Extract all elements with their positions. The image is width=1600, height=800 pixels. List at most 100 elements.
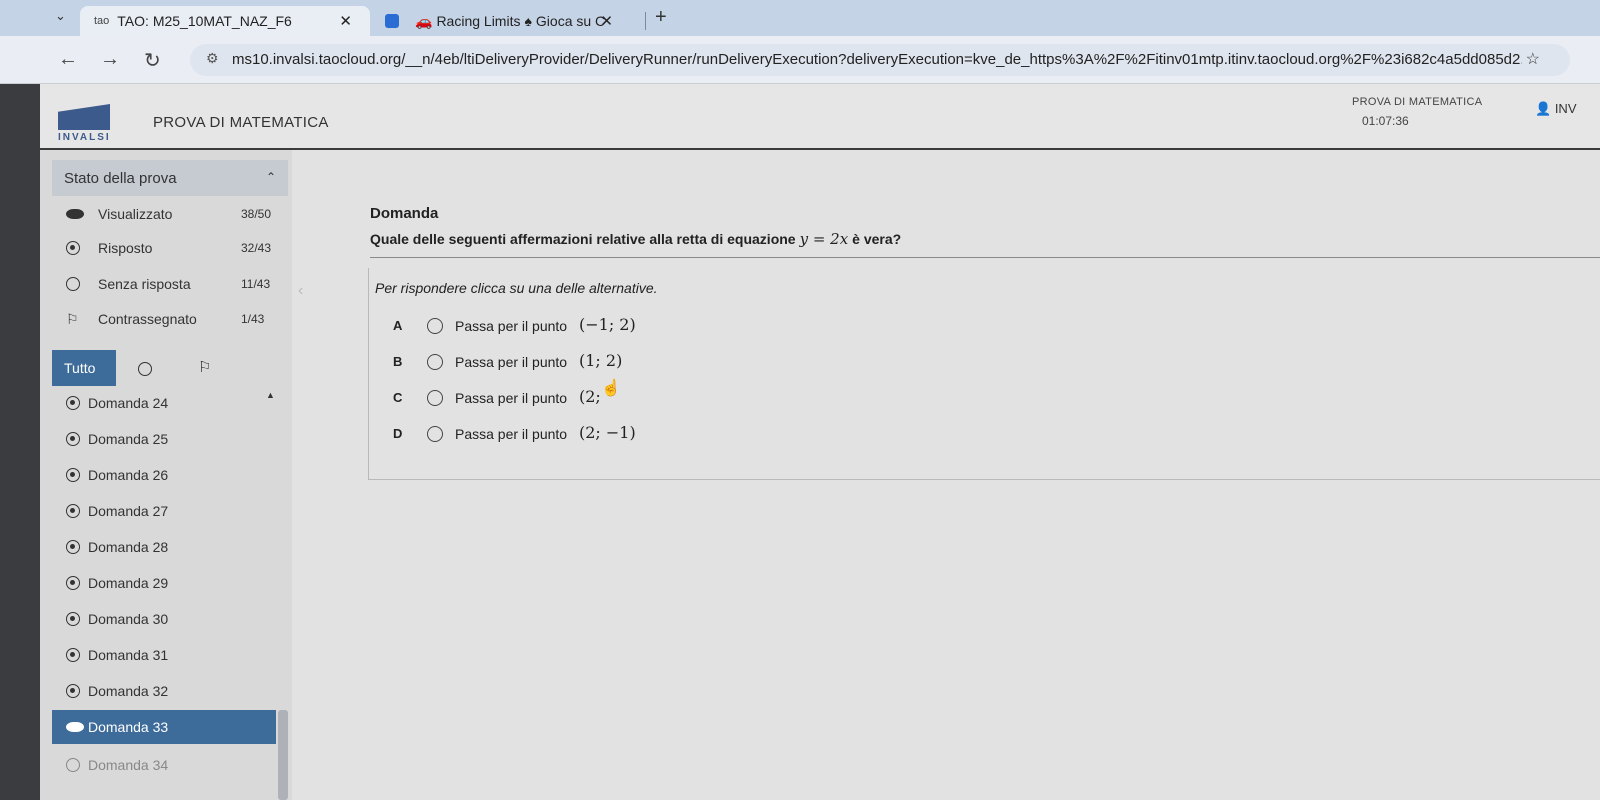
- user-menu[interactable]: 👤 INV: [1535, 101, 1576, 117]
- question-item-34[interactable]: Domanda 34: [52, 748, 276, 782]
- question-item-26[interactable]: Domanda 26: [52, 458, 276, 492]
- question-item-27[interactable]: Domanda 27: [52, 494, 276, 528]
- question-panel: ‹ Domanda Quale delle seguenti affermazi…: [292, 150, 1600, 800]
- instruction-text: Per rispondere clicca su una delle alter…: [375, 280, 658, 296]
- question-divider: [370, 257, 1600, 258]
- filter-unanswered-icon[interactable]: [138, 362, 152, 376]
- flag-icon: ⚐: [66, 311, 79, 327]
- radio-button[interactable]: [427, 390, 443, 406]
- filter-all-button[interactable]: Tutto: [52, 350, 116, 386]
- answered-dot-icon: [66, 612, 80, 626]
- stat-label: Visualizzato: [98, 206, 173, 222]
- radio-button[interactable]: [427, 318, 443, 334]
- stat-viewed: Visualizzato 38/50: [66, 205, 288, 227]
- stat-count: 1/43: [241, 312, 265, 326]
- question-text: Quale delle seguenti affermazioni relati…: [370, 230, 901, 248]
- choice-b[interactable]: B Passa per il punto (1; 2): [369, 348, 869, 378]
- stat-flagged: ⚐ Contrassegnato 1/43: [66, 310, 288, 332]
- tab-tao-test[interactable]: tao TAO: M25_10MAT_NAZ_F6 ✕: [80, 6, 370, 36]
- back-arrow-icon[interactable]: ←: [58, 48, 78, 71]
- eye-icon: [66, 209, 84, 219]
- new-tab-button[interactable]: +: [655, 6, 667, 29]
- status-panel-header[interactable]: Stato della prova ⌃: [52, 160, 288, 196]
- question-item-29[interactable]: Domanda 29: [52, 566, 276, 600]
- tab-title: Racing Limits: [436, 13, 521, 29]
- close-tab-icon[interactable]: ✕: [600, 12, 613, 30]
- answered-dot-icon: [66, 648, 80, 662]
- choice-point: (−1; 2): [579, 315, 636, 334]
- site-settings-icon[interactable]: ⚙: [206, 50, 219, 67]
- app-header: INVALSI PROVA DI MATEMATICA PROVA DI MAT…: [40, 84, 1600, 150]
- answered-dot-icon: [66, 468, 80, 482]
- url-field[interactable]: ⚙ ms10.invalsi.taocloud.org/__n/4eb/ltiD…: [190, 44, 1570, 76]
- status-panel-title: Stato della prova: [64, 170, 177, 187]
- question-heading: Domanda: [370, 205, 439, 222]
- question-item-32[interactable]: Domanda 32: [52, 674, 276, 708]
- chevron-up-icon[interactable]: ⌃: [266, 170, 276, 184]
- answer-area: Per rispondere clicca su una delle alter…: [368, 268, 1600, 480]
- answered-dot-icon: [66, 540, 80, 554]
- tab-racing-limits[interactable]: 🚗 Racing Limits ♠ Gioca su C ✕: [385, 6, 635, 36]
- bookmark-star-icon[interactable]: ☆: [1526, 49, 1540, 69]
- logo-text: INVALSI: [58, 132, 111, 143]
- tab-separator: [645, 12, 646, 30]
- page-title: PROVA DI MATEMATICA: [153, 114, 329, 131]
- reload-icon[interactable]: ↻: [144, 48, 161, 73]
- choice-letter: A: [393, 318, 403, 333]
- user-name: INV: [1554, 101, 1577, 116]
- question-label: Domanda 24: [88, 395, 169, 411]
- answered-dot-icon: [66, 684, 80, 698]
- question-label: Domanda 27: [88, 503, 169, 519]
- spade-icon: ♠: [524, 13, 532, 29]
- choice-point: (2;: [579, 387, 601, 406]
- scroll-up-icon[interactable]: ▲: [266, 390, 275, 400]
- answered-dot-icon: [66, 504, 80, 518]
- choice-a[interactable]: A Passa per il punto (−1; 2): [369, 312, 869, 342]
- choice-d[interactable]: D Passa per il punto (2; −1): [369, 420, 869, 450]
- choice-letter: B: [393, 354, 403, 369]
- choice-text: Passa per il punto: [455, 318, 568, 334]
- question-item-30[interactable]: Domanda 30: [52, 602, 276, 636]
- tao-favicon-icon: tao: [94, 15, 110, 27]
- invalsi-logo-icon: [58, 104, 110, 130]
- answered-dot-icon: [66, 396, 80, 410]
- tab-title: TAO: M25_10MAT_NAZ_F6: [117, 13, 292, 29]
- question-item-25[interactable]: Domanda 25: [52, 422, 276, 456]
- question-label: Domanda 30: [88, 611, 169, 627]
- stat-label: Risposto: [98, 240, 153, 256]
- car-icon: 🚗: [415, 12, 433, 29]
- radio-button[interactable]: [427, 426, 443, 442]
- question-label: Domanda 26: [88, 467, 169, 483]
- question-label: Domanda 25: [88, 431, 169, 447]
- choice-text: Passa per il punto: [455, 354, 568, 370]
- stat-count: 32/43: [241, 241, 272, 255]
- empty-circle-icon: [66, 277, 80, 291]
- url-text[interactable]: ms10.invalsi.taocloud.org/__n/4eb/ltiDel…: [232, 51, 1522, 68]
- address-bar-row: ← → ↻ ⚙ ms10.invalsi.taocloud.org/__n/4e…: [0, 36, 1600, 84]
- question-item-31[interactable]: Domanda 31: [52, 638, 276, 672]
- answered-dot-icon: [66, 241, 80, 255]
- forward-arrow-icon[interactable]: →: [100, 48, 120, 71]
- answered-dot-icon: [66, 576, 80, 590]
- question-item-24[interactable]: Domanda 24: [52, 386, 276, 420]
- timer: 01:07:36: [1362, 114, 1409, 128]
- question-item-33[interactable]: Domanda 33: [52, 710, 276, 744]
- question-label: Domanda 34: [88, 757, 169, 773]
- empty-circle-icon: [66, 758, 80, 772]
- close-tab-icon[interactable]: ✕: [339, 12, 352, 30]
- stat-unanswered: Senza risposta 11/43: [66, 275, 288, 297]
- tab-search-icon[interactable]: ⌄: [55, 8, 66, 24]
- stat-answered: Risposto 32/43: [66, 239, 288, 261]
- choice-point: (2; −1): [579, 423, 636, 442]
- radio-button[interactable]: [427, 354, 443, 370]
- stat-label: Contrassegnato: [98, 311, 197, 327]
- question-text-start: Quale delle seguenti affermazioni relati…: [370, 231, 796, 247]
- equation: y = 2x: [799, 230, 849, 248]
- collapse-sidebar-icon[interactable]: ‹: [298, 282, 303, 300]
- filter-bar: Tutto ⚐: [52, 350, 288, 386]
- question-list-scrollbar[interactable]: [278, 710, 288, 800]
- question-label: Domanda 28: [88, 539, 169, 555]
- question-label: Domanda 33: [88, 719, 169, 735]
- question-item-28[interactable]: Domanda 28: [52, 530, 276, 564]
- filter-flagged-icon[interactable]: ⚐: [198, 358, 211, 376]
